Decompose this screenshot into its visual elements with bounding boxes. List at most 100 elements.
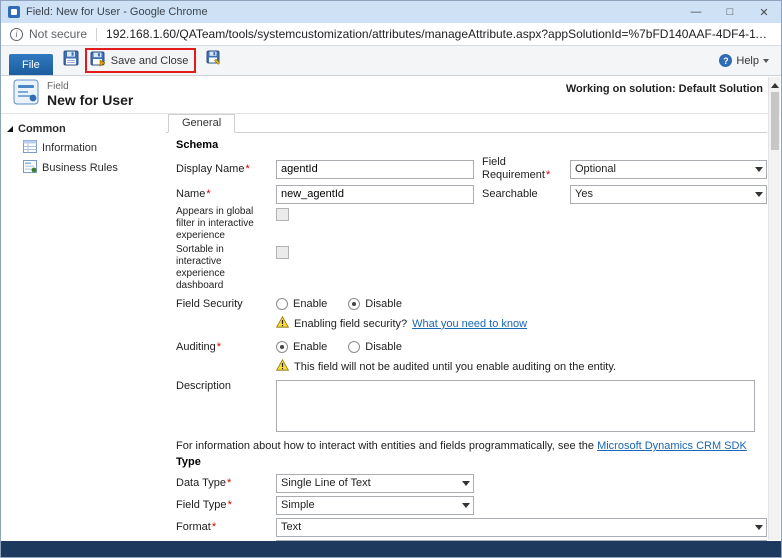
display-name-row: Display Name* Field Requirement* Optiona… <box>176 156 767 182</box>
save-and-close-button[interactable]: Save and Close <box>90 51 189 70</box>
auditing-warning: This field will not be audited until you… <box>276 359 767 374</box>
field-security-warning-text: Enabling field security? <box>294 318 407 330</box>
auditing-disable-label: Disable <box>365 341 402 353</box>
field-requirement-select[interactable]: Optional <box>570 160 767 179</box>
help-icon: ? <box>719 54 732 67</box>
maximize-button[interactable]: □ <box>713 1 747 23</box>
auditing-row: Auditing* Enable Disable <box>176 337 767 357</box>
annotation-save-and-close-highlight: Save and Close <box>85 48 197 73</box>
tab-strip: General <box>166 114 767 133</box>
field-security-enable-radio[interactable] <box>276 298 288 310</box>
data-type-select[interactable]: Single Line of Text <box>276 474 474 493</box>
required-marker: * <box>546 169 550 181</box>
field-type-row: Field Type* Simple <box>176 495 767 515</box>
page-title: New for User <box>47 92 133 108</box>
field-security-disable-label: Disable <box>365 298 402 310</box>
field-security-warning: Enabling field security? What you need t… <box>276 316 767 331</box>
file-button[interactable]: File <box>9 54 53 75</box>
description-textarea[interactable] <box>276 380 755 432</box>
schema-section-heading: Schema <box>176 139 767 151</box>
required-marker: * <box>217 341 221 353</box>
address-separator <box>96 28 97 41</box>
page-header: Field New for User Working on solution: … <box>1 76 781 114</box>
field-security-learn-more-link[interactable]: What you need to know <box>412 318 527 330</box>
field-security-disable-radio[interactable] <box>348 298 360 310</box>
data-type-label: Data Type* <box>176 477 268 490</box>
navigation-sidebar: Common Information Business Rules <box>1 114 166 541</box>
titlebar: Field: New for User - Google Chrome — □ … <box>1 1 781 23</box>
field-security-row: Field Security Enable Disable <box>176 294 767 314</box>
auditing-radios: Enable Disable <box>276 341 767 353</box>
required-marker: * <box>228 499 232 511</box>
sidebar-item-label: Information <box>42 142 97 154</box>
dropdown-caret-icon <box>755 167 763 172</box>
browser-window: Field: New for User - Google Chrome — □ … <box>0 0 782 558</box>
field-type-select[interactable]: Simple <box>276 496 474 515</box>
global-filter-row: Appears in global filter in interactive … <box>176 206 767 242</box>
display-name-input[interactable] <box>276 160 474 179</box>
tab-general[interactable]: General <box>168 114 235 133</box>
sidebar-item-label: Business Rules <box>42 162 118 174</box>
warning-icon <box>276 359 289 374</box>
save-and-close-icon <box>90 51 106 70</box>
auditing-label: Auditing* <box>176 341 268 354</box>
save-button[interactable] <box>60 50 82 72</box>
security-label[interactable]: Not secure <box>29 27 87 41</box>
save-and-new-icon <box>206 50 222 71</box>
sdk-link[interactable]: Microsoft Dynamics CRM SDK <box>597 440 747 452</box>
info-icon[interactable]: i <box>10 28 23 41</box>
field-security-radios: Enable Disable <box>276 298 767 310</box>
sortable-row: Sortable in interactive experience dashb… <box>176 244 767 292</box>
help-menu[interactable]: ? Help <box>719 54 773 67</box>
save-and-close-label: Save and Close <box>111 55 189 67</box>
description-row: Description <box>176 380 767 434</box>
url-text[interactable]: 192.168.1.60/QATeam/tools/systemcustomiz… <box>106 27 772 41</box>
save-and-new-button[interactable] <box>203 50 225 72</box>
scroll-up-arrow-icon[interactable] <box>771 83 779 88</box>
data-type-row: Data Type* Single Line of Text <box>176 473 767 493</box>
format-label: Format* <box>176 521 268 534</box>
format-select[interactable]: Text <box>276 518 767 537</box>
sidebar-group-common[interactable]: Common <box>7 120 166 138</box>
warning-icon <box>276 316 289 331</box>
required-marker: * <box>212 521 216 533</box>
required-marker: * <box>227 477 231 489</box>
vertical-scrollbar[interactable] <box>768 77 780 540</box>
working-on-solution-label: Working on solution: Default Solution <box>566 83 763 95</box>
help-label: Help <box>736 55 759 67</box>
auditing-disable-radio[interactable] <box>348 341 360 353</box>
name-row: Name* Searchable Yes <box>176 184 767 204</box>
global-filter-label: Appears in global filter in interactive … <box>176 206 268 242</box>
minimize-button[interactable]: — <box>679 1 713 23</box>
address-bar[interactable]: i Not secure 192.168.1.60/QATeam/tools/s… <box>1 23 781 46</box>
sidebar-item-business-rules[interactable]: Business Rules <box>7 158 166 178</box>
sortable-checkbox[interactable] <box>276 246 289 259</box>
searchable-select[interactable]: Yes <box>570 185 767 204</box>
format-row: Format* Text <box>176 517 767 537</box>
business-rules-icon <box>23 160 37 176</box>
sdk-note: For information about how to interact wi… <box>176 440 767 452</box>
status-bar <box>1 541 781 557</box>
sortable-label: Sortable in interactive experience dashb… <box>176 244 268 292</box>
sidebar-item-information[interactable]: Information <box>7 138 166 158</box>
page-favicon-icon <box>8 6 20 18</box>
required-marker: * <box>206 188 210 200</box>
close-button[interactable]: ✕ <box>747 1 781 23</box>
record-type-label: Field <box>47 81 133 92</box>
auditing-enable-radio[interactable] <box>276 341 288 353</box>
sdk-note-text: For information about how to interact wi… <box>176 440 597 452</box>
display-name-label: Display Name* <box>176 163 268 176</box>
dropdown-caret-icon <box>755 192 763 197</box>
field-form: Schema Display Name* Field Requirement* … <box>166 133 767 541</box>
type-section-heading: Type <box>176 456 767 468</box>
page-title-block: Field New for User <box>47 81 133 108</box>
window-title: Field: New for User - Google Chrome <box>26 6 208 18</box>
field-security-label: Field Security <box>176 298 268 311</box>
scrollbar-thumb[interactable] <box>771 92 779 150</box>
global-filter-checkbox[interactable] <box>276 208 289 221</box>
tree-expanded-icon <box>7 126 13 132</box>
information-icon <box>23 140 37 156</box>
dropdown-caret-icon <box>462 503 470 508</box>
name-input[interactable] <box>276 185 474 204</box>
required-marker: * <box>245 163 249 175</box>
